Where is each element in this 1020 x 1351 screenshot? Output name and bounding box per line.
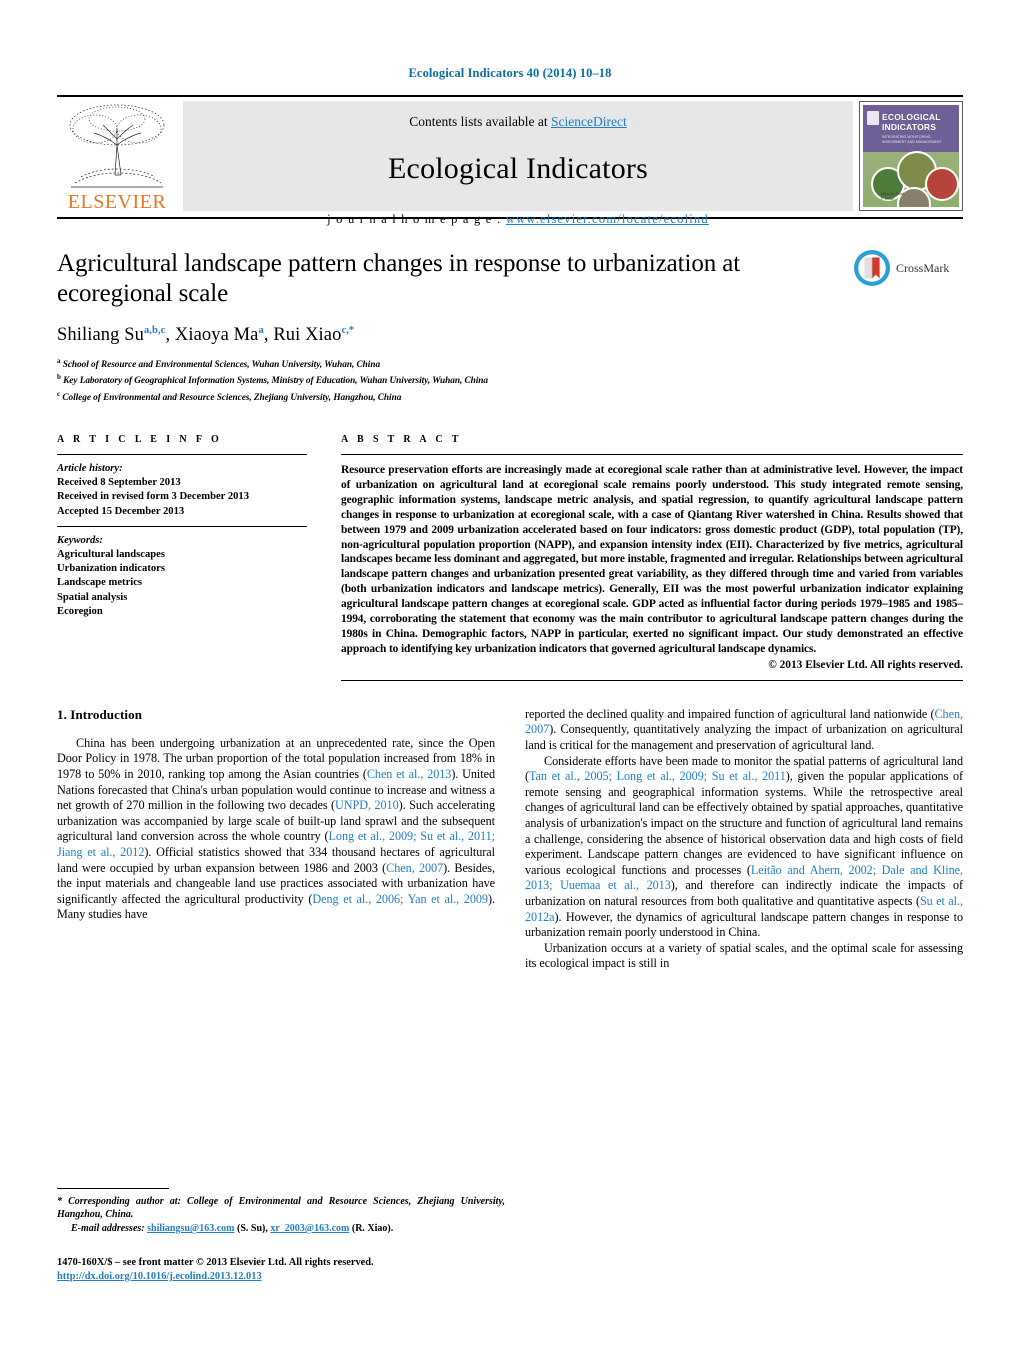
author-sep: , xyxy=(165,325,175,346)
journal-homepage-link[interactable]: www.elsevier.com/locate/ecolind xyxy=(506,212,709,226)
citation-link[interactable]: Tan et al., 2005; Long et al., 2009; Su … xyxy=(529,769,786,783)
cover-elsevier-mark xyxy=(867,111,879,125)
history-item: Accepted 15 December 2013 xyxy=(57,505,185,517)
author-sep: , xyxy=(263,325,274,346)
citation-link[interactable]: Deng et al., 2006; Yan et al., 2009 xyxy=(312,892,488,906)
article-info-heading: A R T I C L E I N F O xyxy=(57,434,223,446)
elsevier-wordmark: ELSEVIER xyxy=(67,191,167,213)
citation-link[interactable]: Chen et al., 2013 xyxy=(367,767,452,781)
paragraph: Considerate efforts have been made to mo… xyxy=(525,754,963,941)
cover-footer-line1: Editor-in-Chief xyxy=(881,192,904,196)
affiliation-list: a School of Resource and Environmental S… xyxy=(57,355,963,404)
footnote-rule xyxy=(57,1188,169,1189)
abstract-column: A B S T R A C T Resource preservation ef… xyxy=(341,434,963,681)
body-column-right: reported the declined quality and impair… xyxy=(525,707,963,972)
history-item: Received 8 September 2013 xyxy=(57,477,181,489)
journal-article-page: Ecological Indicators 40 (2014) 10–18 EL… xyxy=(0,0,1020,1351)
affiliation-text: School of Resource and Environmental Sci… xyxy=(62,360,381,371)
cover-title: ECOLOGICAL INDICATORS xyxy=(882,112,941,132)
email-owner: (S. Su) xyxy=(236,1223,266,1234)
corresponding-author-footnote: * Corresponding author at: College of En… xyxy=(57,1188,505,1235)
body-column-left: 1. Introduction China has been undergoin… xyxy=(57,707,495,972)
abstract-copyright: © 2013 Elsevier Ltd. All rights reserved… xyxy=(768,658,963,671)
masthead-banner: Contents lists available at ScienceDirec… xyxy=(183,101,853,226)
imprint-line: 1470-160X/$ – see front matter © 2013 El… xyxy=(57,1257,374,1268)
contents-prefix: Contents lists available at xyxy=(409,114,551,129)
paragraph-text: ), given the popular applications of rem… xyxy=(525,769,964,877)
corresponding-author-text: * Corresponding author at: College of En… xyxy=(57,1196,505,1220)
doi-link[interactable]: http://dx.doi.org/10.1016/j.ecolind.2013… xyxy=(57,1271,262,1282)
paragraph-text: Urbanization occurs at a variety of spat… xyxy=(525,940,963,971)
author-name: Shiliang Su xyxy=(57,325,144,346)
running-head: Ecological Indicators 40 (2014) 10–18 xyxy=(408,66,612,80)
cover-title-line1: ECOLOGICAL xyxy=(882,112,941,122)
affiliation-item: c College of Environmental and Resource … xyxy=(57,388,963,404)
affiliation-item: a School of Resource and Environmental S… xyxy=(57,355,963,371)
citation-link[interactable]: Chen, 2007 xyxy=(386,861,443,875)
article-history-heading: Article history: xyxy=(57,463,123,475)
paragraph: reported the declined quality and impair… xyxy=(525,707,963,754)
elsevier-tree-icon xyxy=(69,104,165,188)
email-link[interactable]: xr_2003@163.com xyxy=(270,1223,349,1234)
cover-title-line2: INDICATORS xyxy=(882,121,937,132)
article-history-block: Article history: Received 8 September 20… xyxy=(57,455,307,526)
paragraph: Urbanization occurs at a variety of spat… xyxy=(525,941,963,972)
elsevier-logo: ELSEVIER xyxy=(57,97,177,217)
keyword-item: Landscape metrics xyxy=(57,577,143,589)
abstract-heading: A B S T R A C T xyxy=(341,434,462,446)
affiliation-mark: b xyxy=(57,373,61,382)
crossmark-icon xyxy=(853,249,891,287)
abstract-bottom-rule xyxy=(341,679,963,681)
affiliation-item: b Key Laboratory of Geographical Informa… xyxy=(57,371,963,387)
crossmark-badge[interactable]: CrossMark xyxy=(853,249,963,287)
journal-masthead: ELSEVIER Contents lists available at Sci… xyxy=(57,95,963,226)
title-block: Agricultural landscape pattern changes i… xyxy=(57,249,963,404)
keyword-item: Agricultural landscapes xyxy=(57,549,166,561)
email-addresses-line: E-mail addresses: shiliangsu@163.com (S.… xyxy=(57,1222,505,1235)
cover-footer-line2: F. Müller xyxy=(881,197,895,201)
author-affil-mark: a,b,c xyxy=(143,325,166,336)
author-name: Rui Xiao xyxy=(273,325,342,346)
contents-available-line: Contents lists available at ScienceDirec… xyxy=(183,114,853,130)
crossmark-label: CrossMark xyxy=(896,260,950,275)
author-affil-mark: c,* xyxy=(341,325,355,336)
journal-title: Ecological Indicators xyxy=(388,152,648,185)
section-heading-introduction: 1. Introduction xyxy=(57,706,143,722)
keyword-item: Spatial analysis xyxy=(57,591,128,603)
homepage-label: j o u r n a l h o m e p a g e : xyxy=(327,212,506,226)
article-info-column: A R T I C L E I N F O Article history: R… xyxy=(57,434,307,681)
author-entry: Xiaoya Maa, xyxy=(175,325,273,345)
keyword-item: Ecoregion xyxy=(57,605,103,617)
imprint-block: 1470-160X/$ – see front matter © 2013 El… xyxy=(57,1256,527,1284)
paragraph: China has been undergoing urbanization a… xyxy=(57,736,495,923)
keywords-block: Keywords: Agricultural landscapes Urbani… xyxy=(57,527,307,619)
cover-footer: Editor-in-Chief F. Müller xyxy=(881,192,904,202)
paragraph-text: ). However, the dynamics of agricultural… xyxy=(525,909,963,940)
email-link[interactable]: shiliangsu@163.com xyxy=(147,1223,234,1234)
email-label: E-mail addresses: xyxy=(71,1223,145,1234)
author-name: Xiaoya Ma xyxy=(174,325,259,346)
page-title: Agricultural landscape pattern changes i… xyxy=(57,250,741,307)
citation-link[interactable]: UNPD, 2010 xyxy=(335,798,399,812)
affiliation-text: College of Environmental and Resource Sc… xyxy=(62,392,402,403)
affiliation-mark: a xyxy=(57,357,61,366)
journal-cover-thumbnail: ECOLOGICAL INDICATORS INTEGRATING MONITO… xyxy=(859,101,963,211)
cover-subtitle: INTEGRATING MONITORING, ASSESSMENT AND M… xyxy=(882,135,942,144)
journal-homepage-line: j o u r n a l h o m e p a g e : www.else… xyxy=(183,212,853,227)
history-item: Received in revised form 3 December 2013 xyxy=(57,491,250,503)
email-owner: (R. Xiao). xyxy=(351,1223,394,1234)
author-entry: Rui Xiaoc,* xyxy=(273,325,354,345)
paragraph-text: reported the declined quality and impair… xyxy=(525,706,935,721)
sciencedirect-link[interactable]: ScienceDirect xyxy=(551,114,627,129)
author-entry: Shiliang Sua,b,c, xyxy=(57,325,175,345)
author-list: Shiliang Sua,b,c, Xiaoya Maa, Rui Xiaoc,… xyxy=(57,325,963,346)
body-columns: 1. Introduction China has been undergoin… xyxy=(57,707,963,972)
keyword-item: Urbanization indicators xyxy=(57,563,166,575)
affiliation-mark: c xyxy=(57,389,61,398)
affiliation-text: Key Laboratory of Geographical Informati… xyxy=(63,376,489,387)
abstract-text: Resource preservation efforts are increa… xyxy=(341,464,963,655)
info-abstract-section: A R T I C L E I N F O Article history: R… xyxy=(57,434,963,681)
paragraph-text: ). Consequently, quantitatively analyzin… xyxy=(525,722,963,753)
keywords-heading: Keywords: xyxy=(57,534,103,546)
